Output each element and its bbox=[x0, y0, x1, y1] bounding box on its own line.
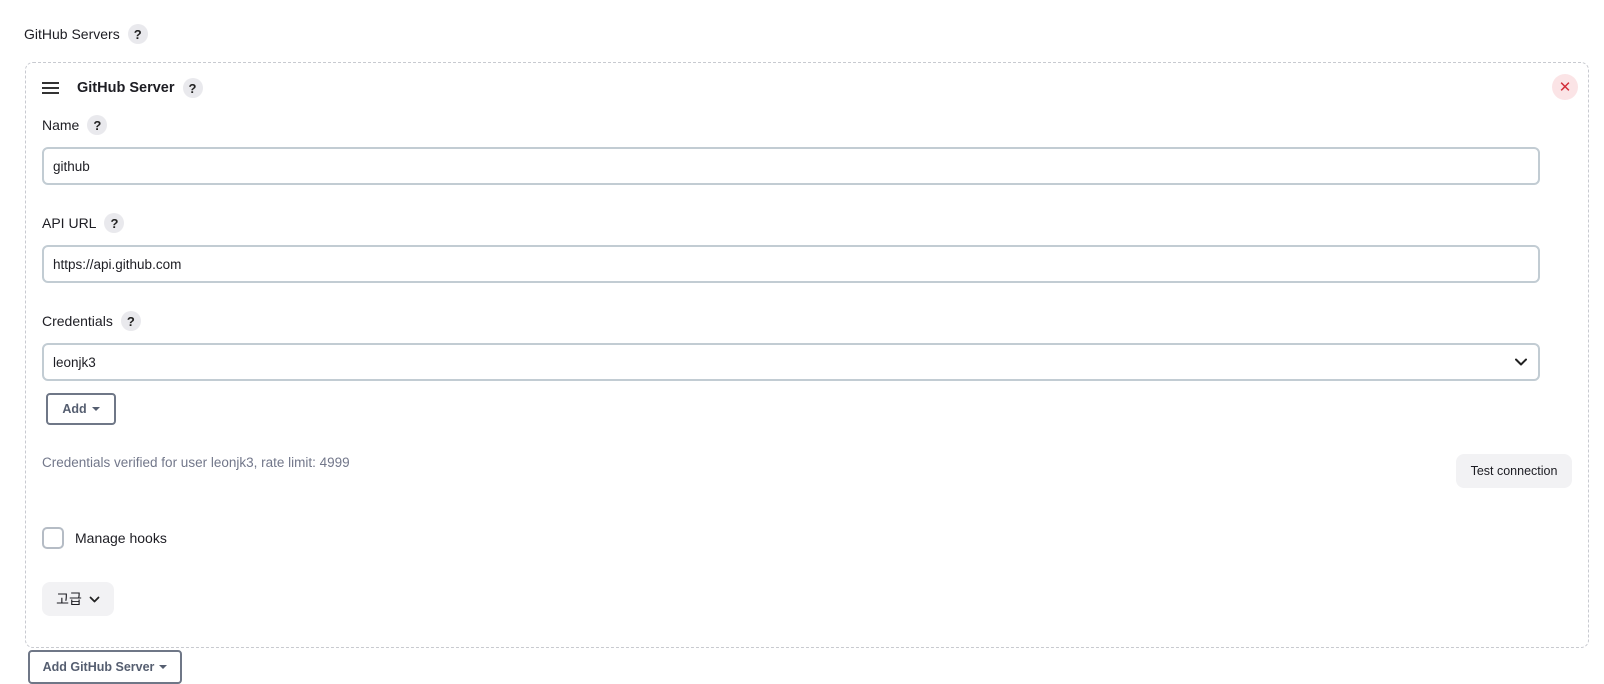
credentials-status: Credentials verified for user leonjk3, r… bbox=[42, 455, 350, 470]
manage-hooks-row: Manage hooks bbox=[42, 527, 167, 549]
help-icon[interactable]: ? bbox=[87, 115, 108, 135]
advanced-label: 고급 bbox=[56, 591, 82, 607]
name-label: Name ? bbox=[42, 115, 108, 135]
credentials-label-text: Credentials bbox=[42, 313, 113, 329]
name-value: github bbox=[53, 158, 90, 174]
credentials-selected: leonjk3 bbox=[53, 354, 96, 370]
name-field[interactable]: github bbox=[42, 147, 1540, 185]
hamburger-icon[interactable] bbox=[42, 82, 59, 94]
advanced-button[interactable]: 고급 bbox=[42, 582, 114, 616]
close-icon[interactable]: ✕ bbox=[1552, 74, 1578, 100]
caret-down-icon bbox=[91, 407, 100, 411]
manage-hooks-checkbox[interactable] bbox=[42, 527, 64, 549]
api-url-label: API URL ? bbox=[42, 213, 125, 233]
github-server-panel: GitHub Server ? ✕ Name ? github API URL … bbox=[25, 62, 1589, 648]
chevron-down-icon bbox=[1515, 358, 1527, 366]
server-title: GitHub Server bbox=[77, 80, 175, 96]
api-url-label-text: API URL bbox=[42, 215, 97, 231]
name-label-text: Name bbox=[42, 117, 80, 133]
help-icon[interactable]: ? bbox=[127, 24, 148, 44]
credentials-label: Credentials ? bbox=[42, 311, 141, 331]
github-servers-title: GitHub Servers bbox=[24, 26, 120, 42]
github-servers-label: GitHub Servers ? bbox=[24, 24, 148, 44]
help-icon[interactable]: ? bbox=[120, 311, 141, 331]
test-connection-button[interactable]: Test connection bbox=[1456, 454, 1572, 488]
help-icon[interactable]: ? bbox=[182, 78, 203, 98]
manage-hooks-label[interactable]: Manage hooks bbox=[75, 530, 167, 546]
help-icon[interactable]: ? bbox=[104, 213, 125, 233]
add-credentials-label: Add bbox=[62, 402, 87, 416]
add-github-server-label: Add GitHub Server bbox=[42, 660, 155, 674]
api-url-value: https://api.github.com bbox=[53, 256, 182, 272]
api-url-field[interactable]: https://api.github.com bbox=[42, 245, 1540, 283]
add-github-server-button[interactable]: Add GitHub Server bbox=[28, 650, 182, 684]
chevron-down-icon bbox=[89, 596, 100, 602]
server-header: GitHub Server ? bbox=[42, 78, 203, 98]
caret-down-icon bbox=[159, 665, 168, 669]
add-credentials-button[interactable]: Add bbox=[46, 393, 116, 425]
credentials-select[interactable]: leonjk3 bbox=[42, 343, 1540, 381]
